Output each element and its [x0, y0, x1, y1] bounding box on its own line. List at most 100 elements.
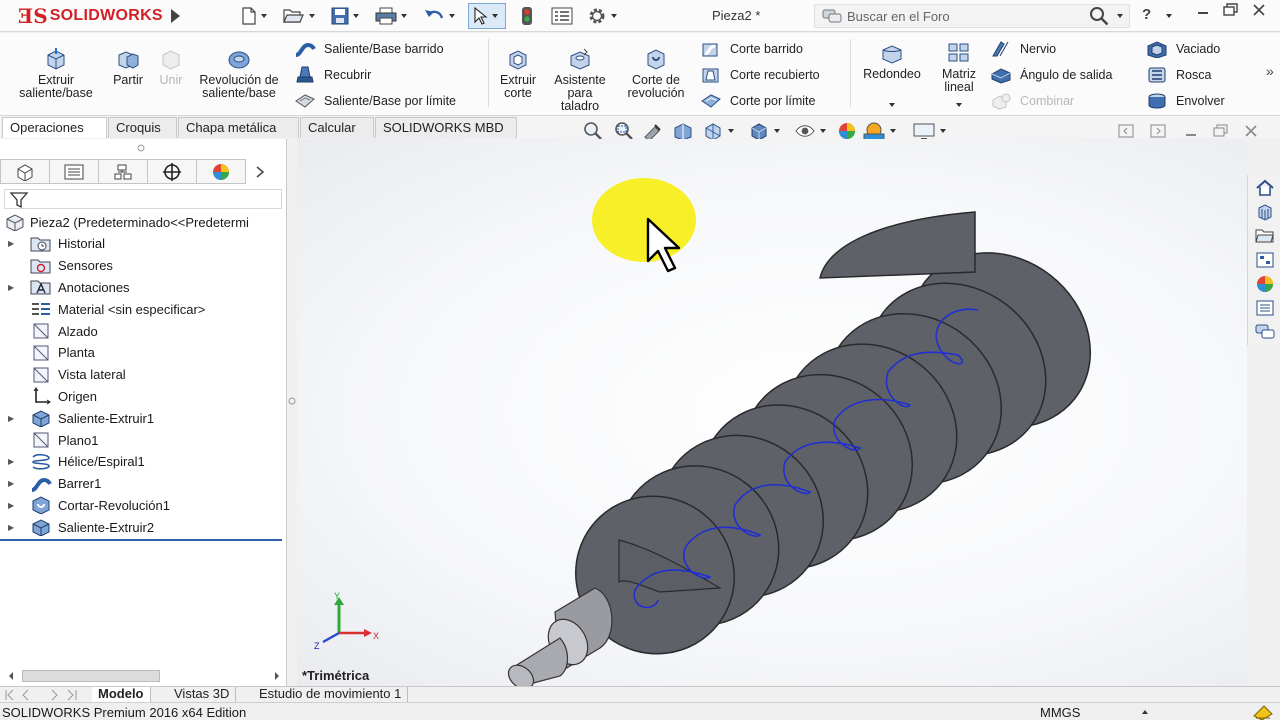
chevron-down-icon[interactable] [401, 13, 407, 18]
chevron-up-icon[interactable] [1142, 710, 1148, 714]
shell-button[interactable]: Vaciado [1146, 40, 1220, 58]
hide-show-items-icon[interactable] [794, 121, 816, 141]
expand-arrow-icon[interactable]: ▶ [8, 523, 20, 532]
revolved-cut-button[interactable]: Corte de revolución [620, 47, 692, 100]
chevron-down-icon[interactable] [774, 129, 780, 133]
select-button[interactable] [468, 2, 506, 29]
restore-icon[interactable] [1212, 124, 1228, 138]
panel-grip-icon[interactable] [137, 144, 145, 152]
tree-item-planta[interactable]: Planta [0, 342, 287, 364]
tree-item-plano1[interactable]: Plano1 [0, 429, 287, 451]
zoom-to-area-icon[interactable] [612, 121, 634, 141]
tab-property-manager[interactable] [49, 159, 99, 184]
loft-button[interactable]: Recubrir [294, 66, 371, 84]
tab-croquis[interactable]: Croquis [108, 117, 177, 138]
expand-arrow-icon[interactable]: ▶ [8, 239, 20, 248]
open-button[interactable] [280, 3, 326, 29]
tab-chapa-metalica[interactable]: Chapa metálica [178, 117, 299, 138]
hole-wizard-button[interactable]: Asistente para taladro [548, 47, 612, 113]
panel-left-icon[interactable] [1118, 124, 1134, 138]
task-pane-appearances[interactable] [1252, 273, 1278, 295]
tab-estudio-movimiento-1[interactable]: Estudio de movimiento 1 [253, 687, 409, 703]
save-button[interactable] [328, 3, 370, 29]
rollback-bar[interactable] [0, 539, 282, 542]
chevron-down-icon[interactable] [1117, 14, 1123, 18]
tree-root-part[interactable]: Pieza2 (Predeterminado<<Predetermi [0, 211, 287, 233]
draft-button[interactable]: Ángulo de salida [990, 66, 1112, 84]
menu-expand-arrow-icon[interactable] [170, 8, 180, 23]
minimize-button[interactable] [1196, 2, 1210, 20]
chevron-down-icon[interactable] [261, 13, 267, 18]
chevron-down-icon[interactable] [940, 129, 946, 133]
tree-item-origen[interactable]: Origen [0, 386, 287, 408]
tree-item-material[interactable]: Material <sin especificar> [0, 298, 287, 320]
unit-system[interactable]: MMGS [1040, 704, 1080, 720]
tab-solidworks-mbd[interactable]: SOLIDWORKS MBD [375, 117, 517, 138]
rebuild-button[interactable] [518, 3, 536, 29]
search-box[interactable]: Buscar en el Foro [814, 4, 1130, 28]
chevron-down-icon[interactable] [1166, 14, 1172, 18]
apply-scene-icon[interactable] [862, 121, 886, 141]
expand-arrow-icon[interactable]: ▶ [8, 457, 20, 466]
chevron-down-icon[interactable] [309, 13, 315, 18]
expand-arrow-icon[interactable]: ▶ [8, 501, 20, 510]
tree-item-anotaciones[interactable]: ▶ Anotaciones [0, 277, 287, 299]
tree-filter-field[interactable] [4, 189, 282, 209]
file-properties-button[interactable] [548, 3, 576, 29]
tree-item-cortar-revolucion1[interactable]: ▶ Cortar-Revolución1 [0, 495, 287, 517]
tab-scroll-arrows-icon[interactable] [2, 688, 82, 702]
more-tabs-icon[interactable] [245, 159, 275, 184]
scrollbar-thumb[interactable] [22, 670, 160, 682]
chevron-down-icon[interactable] [492, 13, 498, 18]
close-icon[interactable] [1244, 124, 1258, 138]
extruded-cut-button[interactable]: Extruir corte [494, 47, 542, 100]
expand-arrow-icon[interactable]: ▶ [8, 283, 20, 292]
task-pane-view-palette[interactable] [1252, 249, 1278, 271]
screw-conveyor-model[interactable] [297, 139, 1247, 687]
search-input[interactable]: Buscar en el Foro [847, 9, 1089, 24]
help-button[interactable]: ? [1142, 6, 1151, 23]
tree-item-saliente-extruir2[interactable]: ▶ Saliente-Extruir2 [0, 516, 287, 538]
combine-button[interactable]: Combinar [990, 92, 1074, 110]
split-button[interactable]: Partir [106, 47, 150, 87]
revolve-boss-button[interactable]: Revolución de saliente/base [192, 47, 286, 100]
boundary-cut-button[interactable]: Corte por límite [700, 92, 815, 110]
rib-button[interactable]: Nervio [990, 40, 1056, 58]
swept-cut-button[interactable]: Corte barrido [700, 40, 803, 58]
undo-button[interactable] [420, 3, 466, 29]
task-pane-forum[interactable] [1252, 321, 1278, 343]
tree-item-barrer1[interactable]: ▶ Barrer1 [0, 473, 287, 495]
tab-display-manager[interactable] [196, 159, 246, 184]
extrude-boss-button[interactable]: Extruir saliente/base [10, 47, 102, 100]
task-pane-custom-properties[interactable] [1252, 297, 1278, 319]
more-commands-icon[interactable]: » [1266, 63, 1274, 79]
previous-view-icon[interactable] [642, 121, 664, 141]
edit-appearance-icon[interactable] [836, 121, 858, 141]
horizontal-scrollbar[interactable] [4, 668, 282, 684]
task-pane-design-library[interactable] [1252, 201, 1278, 223]
expand-arrow-icon[interactable]: ▶ [8, 479, 20, 488]
fillet-button[interactable]: Redondeo [856, 41, 928, 107]
restore-button[interactable] [1222, 3, 1238, 21]
chevron-down-icon[interactable] [820, 129, 826, 133]
tree-item-saliente-extruir1[interactable]: ▶ Saliente-Extruir1 [0, 407, 287, 429]
task-pane-home[interactable] [1252, 177, 1278, 199]
options-button[interactable] [584, 3, 628, 29]
display-style-icon[interactable] [748, 121, 770, 141]
tree-item-vista-lateral[interactable]: Vista lateral [0, 364, 287, 386]
print-button[interactable] [372, 3, 418, 29]
task-pane-file-explorer[interactable] [1252, 225, 1278, 247]
chevron-down-icon[interactable] [889, 103, 895, 107]
panel-right-icon[interactable] [1150, 124, 1166, 138]
tab-configuration-manager[interactable] [98, 159, 148, 184]
expand-arrow-icon[interactable]: ▶ [8, 414, 20, 423]
chevron-down-icon[interactable] [353, 13, 359, 18]
lofted-cut-button[interactable]: Corte recubierto [700, 66, 820, 84]
chevron-down-icon[interactable] [728, 129, 734, 133]
zoom-to-fit-icon[interactable] [582, 121, 604, 141]
thread-button[interactable]: Rosca [1146, 66, 1211, 84]
linear-pattern-button[interactable]: Matriz lineal [934, 41, 984, 107]
view-orientation-icon[interactable] [702, 121, 724, 141]
panel-splitter[interactable] [287, 139, 297, 687]
new-document-button[interactable] [238, 3, 278, 29]
